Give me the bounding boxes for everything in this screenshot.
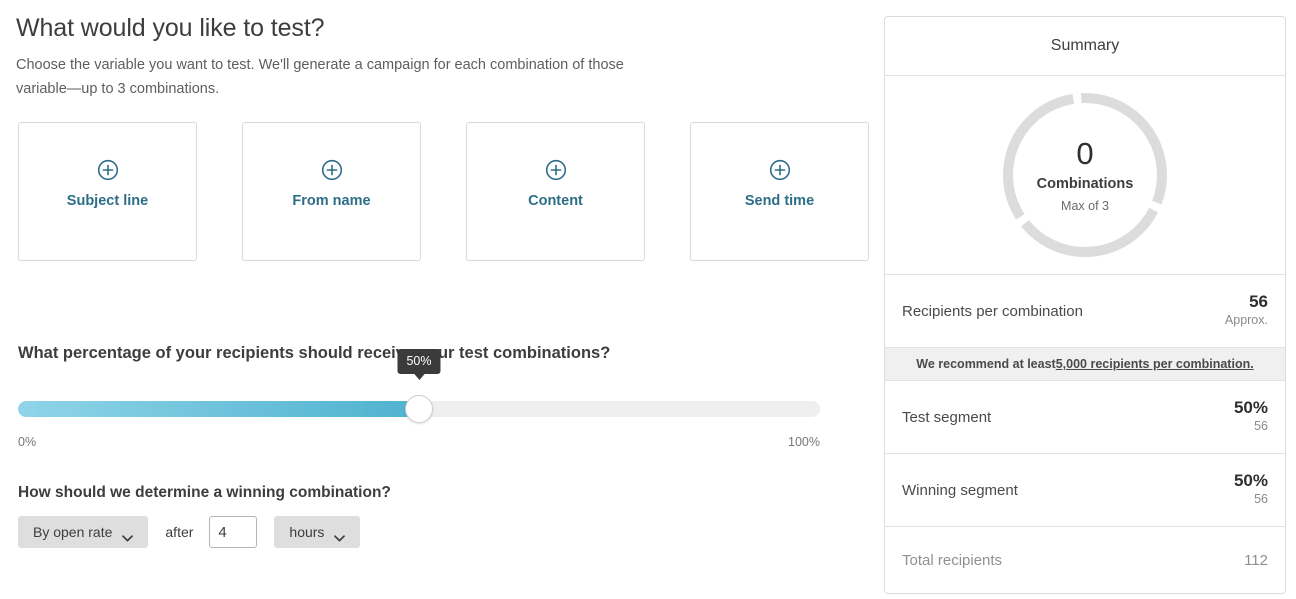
summary-row-winning-segment: Winning segment 50% 56 — [885, 454, 1285, 527]
plus-circle-icon — [769, 159, 791, 181]
winner-question: How should we determine a winning combin… — [18, 484, 391, 501]
variable-card-label: From name — [292, 193, 371, 209]
slider-scale: 0% 100% — [18, 435, 820, 451]
plus-circle-icon — [321, 159, 343, 181]
test-variable-section: What would you like to test? Choose the … — [16, 14, 856, 101]
summary-row-secondary-value: Approx. — [1224, 313, 1268, 328]
recommendation-prefix: We recommend at least — [916, 357, 1056, 371]
plus-circle-icon — [97, 159, 119, 181]
combinations-donut: 0 Combinations Max of 3 — [1003, 93, 1167, 257]
percentage-section: What percentage of your recipients shoul… — [18, 344, 838, 451]
summary-row-primary-value: 56 — [1249, 292, 1268, 312]
page-title: What would you like to test? — [16, 14, 325, 42]
variable-card-label: Subject line — [66, 193, 149, 209]
combinations-donut-block: 0 Combinations Max of 3 — [885, 76, 1285, 275]
summary-panel: Summary 0 Combinations Max of 3 Recipien… — [884, 16, 1286, 594]
plus-circle-icon — [545, 159, 567, 181]
slider-max-label: 100% — [788, 435, 820, 449]
variable-card-subject-line[interactable]: Subject line — [18, 122, 197, 261]
duration-input[interactable] — [209, 516, 258, 548]
chevron-down-icon — [122, 529, 134, 541]
variable-card-content[interactable]: Content — [466, 122, 645, 261]
variable-card-from-name[interactable]: From name — [242, 122, 421, 261]
slider-thumb[interactable] — [405, 395, 433, 423]
variable-card-label: Content — [528, 193, 583, 209]
after-label: after — [165, 524, 194, 540]
recipient-percentage-slider[interactable]: 50% — [18, 349, 820, 423]
variable-card-send-time[interactable]: Send time — [690, 122, 869, 261]
summary-row-values: 50% 56 — [1234, 398, 1268, 435]
recommendation-banner: We recommend at least 5,000 recipients p… — [885, 348, 1285, 381]
winner-controls: By open rate after hours — [18, 516, 718, 548]
summary-row-secondary-value: 56 — [1254, 492, 1268, 507]
donut-center-content: 0 Combinations Max of 3 — [1003, 93, 1167, 257]
summary-row-primary-value: 50% — [1233, 398, 1268, 418]
slider-min-label: 0% — [18, 435, 37, 449]
winning-metric-value: By open rate — [33, 524, 113, 540]
duration-unit-dropdown[interactable]: hours — [274, 516, 361, 548]
summary-row-primary-value: 50% — [1233, 471, 1268, 491]
chevron-down-icon — [334, 529, 346, 541]
slider-fill — [18, 401, 419, 417]
summary-row-value: 112 — [1244, 551, 1268, 569]
variable-card-label: Send time — [744, 193, 815, 209]
summary-row-recipients-per-combination: Recipients per combination 56 Approx. — [885, 275, 1285, 348]
winning-metric-dropdown[interactable]: By open rate — [18, 516, 149, 548]
duration-unit-value: hours — [289, 524, 325, 540]
summary-row-secondary-value: 56 — [1254, 419, 1268, 434]
combinations-max-label: Max of 3 — [1061, 198, 1109, 213]
summary-row-values: 50% 56 — [1234, 471, 1268, 508]
combinations-count: 0 — [1076, 136, 1094, 171]
summary-row-label: Test segment — [902, 408, 992, 426]
summary-header: Summary — [885, 17, 1285, 76]
combinations-label: Combinations — [1036, 176, 1134, 192]
summary-row-values: 56 Approx. — [1225, 292, 1268, 329]
summary-row-total-recipients: Total recipients 112 — [885, 527, 1285, 593]
slider-value-tooltip: 50% — [397, 349, 441, 380]
summary-row-label: Winning segment — [902, 481, 1018, 499]
page-subtitle: Choose the variable you want to test. We… — [16, 57, 624, 97]
summary-row-label: Total recipients — [902, 551, 1003, 569]
variable-card-row: Subject line From name Content Send time — [18, 122, 869, 261]
ab-test-setup-page: What would you like to test? Choose the … — [0, 0, 1296, 599]
winner-section: How should we determine a winning combin… — [18, 484, 718, 548]
recommendation-link[interactable]: 5,000 recipients per combination. — [1056, 357, 1254, 371]
summary-row-label: Recipients per combination — [902, 302, 1083, 320]
summary-row-test-segment: Test segment 50% 56 — [885, 381, 1285, 454]
